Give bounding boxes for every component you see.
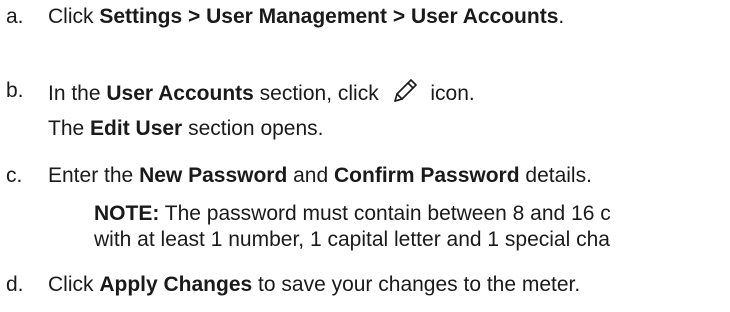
pencil-icon <box>391 78 421 104</box>
note-label: NOTE: <box>94 202 160 225</box>
step-text: Click Settings > User Management > User … <box>48 5 565 28</box>
step-marker: a. <box>6 5 24 28</box>
note-text: NOTE: The password must contain between … <box>94 202 611 225</box>
step-result-text: The Edit User section opens. <box>48 117 324 140</box>
section-name: User Accounts <box>106 82 254 105</box>
step-text: In the User Accounts section, click icon… <box>48 78 475 107</box>
menu-path: Settings > User Management > User Accoun… <box>99 5 559 28</box>
step-marker: c. <box>6 164 23 187</box>
field-name: Confirm Password <box>334 164 520 187</box>
button-name: Apply Changes <box>99 273 253 296</box>
note-text: with at least 1 number, 1 capital letter… <box>94 228 610 251</box>
step-marker: b. <box>6 79 24 102</box>
step-text: Enter the New Password and Confirm Passw… <box>48 164 592 187</box>
step-marker: d. <box>6 273 24 296</box>
step-text: Click Apply Changes to save your changes… <box>48 273 581 296</box>
section-name: Edit User <box>90 117 183 140</box>
field-name: New Password <box>139 164 288 187</box>
